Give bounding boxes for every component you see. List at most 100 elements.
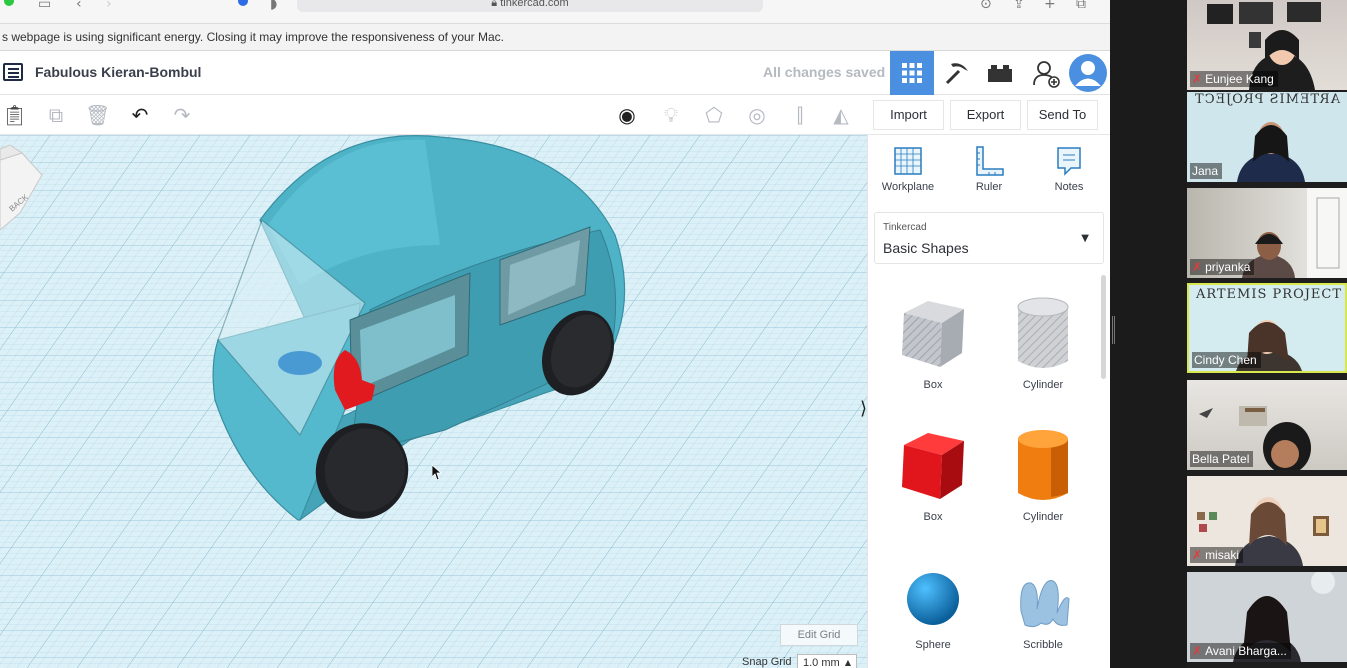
lock-icon: 🔒︎ — [491, 0, 498, 9]
participant-name: Bella Patel — [1190, 451, 1254, 467]
new-tab-icon[interactable]: + — [1044, 0, 1056, 12]
library-name: Basic Shapes — [883, 240, 969, 256]
show-all-icon[interactable]: ◉ — [615, 103, 639, 127]
snap-grid-label: Snap Grid — [742, 656, 792, 668]
snap-grid-select[interactable]: 1.0 mm ▲ — [797, 654, 857, 668]
mic-muted-icon: ✗ — [1192, 72, 1203, 86]
mouse-cursor-icon — [431, 464, 443, 486]
extension-icon[interactable] — [238, 0, 248, 6]
participant-tile[interactable]: ✗ Avani Bharga... — [1187, 572, 1347, 662]
copy-icon[interactable]: ⧉ — [44, 103, 68, 127]
workplane-label: Workplane — [881, 181, 935, 193]
notes-toggle-icon[interactable]: 💡︎ — [659, 103, 683, 127]
bricks-button[interactable] — [978, 51, 1022, 95]
mic-muted-icon: ✗ — [1192, 260, 1203, 274]
forward-icon[interactable]: › — [106, 0, 112, 12]
box-hole-icon — [902, 301, 964, 367]
shape-label: Box — [923, 379, 943, 391]
url-text: tinkercad.com — [500, 0, 569, 9]
participant-tile[interactable]: ✗ misaki — [1187, 476, 1347, 566]
library-source-label: Tinkercad — [883, 222, 927, 233]
ruler-tool[interactable]: Ruler — [954, 145, 1024, 193]
energy-warning-text: s webpage is using significant energy. C… — [2, 30, 505, 44]
snap-grid-value: 1.0 mm — [803, 657, 840, 668]
energy-warning-bar: s webpage is using significant energy. C… — [0, 24, 1110, 51]
participant-tile-active-speaker[interactable]: ARTEMIS PROJECT Cindy Chen — [1187, 283, 1347, 373]
codeblocks-button[interactable] — [935, 51, 979, 95]
participant-tile[interactable]: Bella Patel — [1187, 380, 1347, 470]
red-box-icon — [902, 433, 964, 499]
mirror-icon[interactable]: ◭ — [829, 103, 853, 127]
paste-icon[interactable]: 📋︎ — [2, 103, 27, 127]
notes-label: Notes — [1054, 181, 1084, 193]
shield-icon[interactable]: ◗ — [270, 0, 277, 12]
participant-name: ✗ Avani Bharga... — [1190, 643, 1291, 659]
participant-name: Cindy Chen — [1192, 352, 1261, 368]
mic-muted-icon: ✗ — [1192, 644, 1203, 658]
dropdown-arrow-icon: ▼ — [1081, 233, 1089, 244]
undo-icon[interactable]: ↶ — [128, 103, 152, 127]
user-avatar[interactable] — [1066, 51, 1110, 95]
ruler-label: Ruler — [975, 181, 1003, 193]
edit-toolbar: 📋︎ ⧉ 🗑︎ ↶ ↷ ◉ 💡︎ ⬠ ◎ ⫿ ◭ Import Export S… — [0, 95, 1110, 135]
pickaxe-icon — [945, 63, 968, 85]
delete-icon[interactable]: 🗑︎ — [85, 103, 110, 127]
sphere-icon — [907, 573, 959, 625]
shape-label: Cylinder — [1022, 511, 1064, 523]
shape-cylinder[interactable]: Cylinder — [998, 427, 1088, 523]
workplane-scene: BACK — [0, 135, 867, 668]
grid-icon — [902, 63, 922, 83]
ungroup-icon[interactable]: ◎ — [745, 103, 769, 127]
orange-cylinder-icon — [1018, 430, 1068, 500]
notes-tool[interactable]: Notes — [1034, 145, 1104, 193]
mic-muted-icon: ✗ — [1192, 548, 1203, 562]
workplane-tool[interactable]: Workplane — [873, 145, 943, 193]
participant-tile[interactable]: ARTEMIS PROJECT Jana — [1187, 92, 1347, 182]
address-bar[interactable]: 🔒︎ tinkercad.com — [297, 0, 763, 12]
sidebar-toggle-icon[interactable]: ▭ — [38, 0, 51, 12]
edit-grid-button[interactable]: Edit Grid — [780, 624, 858, 646]
3d-view-button[interactable] — [890, 51, 934, 95]
download-icon[interactable]: ⊙ — [980, 0, 992, 12]
shape-scribble[interactable]: Scribble — [998, 569, 1088, 651]
send-to-button[interactable]: Send To — [1027, 100, 1098, 130]
cylinder-hole-icon — [1017, 297, 1069, 368]
add-user-icon — [1033, 61, 1060, 88]
window-zoom-button[interactable] — [4, 0, 14, 6]
export-button[interactable]: Export — [950, 100, 1021, 130]
workplane-icon — [894, 147, 922, 175]
participant-name: Jana — [1190, 163, 1223, 179]
back-icon[interactable]: ‹ — [76, 0, 82, 12]
shape-label: Sphere — [915, 639, 951, 651]
tab-overview-icon[interactable]: ⧉ — [1076, 0, 1086, 12]
collapse-panel-icon[interactable]: ⟩ — [860, 398, 867, 419]
shape-cylinder-hole[interactable]: Cylinder — [998, 295, 1088, 391]
invite-user-button[interactable] — [1024, 51, 1068, 95]
shape-library-dropdown[interactable]: Tinkercad Basic Shapes ▼ — [874, 212, 1104, 264]
safari-toolbar: ▭ ‹ › ◗ 🔒︎ tinkercad.com ⊙ ⇪ + ⧉ — [0, 0, 1110, 24]
participant-tile[interactable]: ✗ Eunjee Kang — [1187, 0, 1347, 90]
align-icon[interactable]: ⫿ — [788, 103, 812, 127]
share-icon[interactable]: ⇪ — [1013, 0, 1025, 12]
shape-box-hole[interactable]: Box — [888, 295, 978, 391]
resize-handle[interactable] — [1112, 316, 1115, 344]
workplane-viewport[interactable]: BACK — [0, 135, 867, 668]
shape-label: Box — [923, 511, 943, 523]
design-menu-icon[interactable] — [3, 63, 23, 81]
participant-name: ✗ priyanka — [1190, 259, 1255, 275]
brick-icon — [988, 65, 1012, 82]
app-divider — [1110, 0, 1187, 668]
shape-sphere[interactable]: Sphere — [888, 569, 978, 651]
panel-scrollbar[interactable] — [1101, 275, 1106, 379]
shape-label: Scribble — [1023, 639, 1063, 651]
redo-icon[interactable]: ↷ — [170, 103, 194, 127]
import-button[interactable]: Import — [873, 100, 944, 130]
group-icon[interactable]: ⬠ — [702, 103, 726, 127]
tinkercad-header: Fabulous Kieran-Bombul All changes saved — [0, 51, 1110, 95]
participant-tile[interactable]: ✗ priyanka — [1187, 188, 1347, 278]
avatar-icon — [1069, 54, 1107, 92]
shape-box[interactable]: Box — [888, 427, 978, 523]
ruler-icon — [976, 146, 1004, 176]
design-title[interactable]: Fabulous Kieran-Bombul — [35, 64, 201, 80]
browser-window: ▭ ‹ › ◗ 🔒︎ tinkercad.com ⊙ ⇪ + ⧉ s webpa… — [0, 0, 1110, 668]
